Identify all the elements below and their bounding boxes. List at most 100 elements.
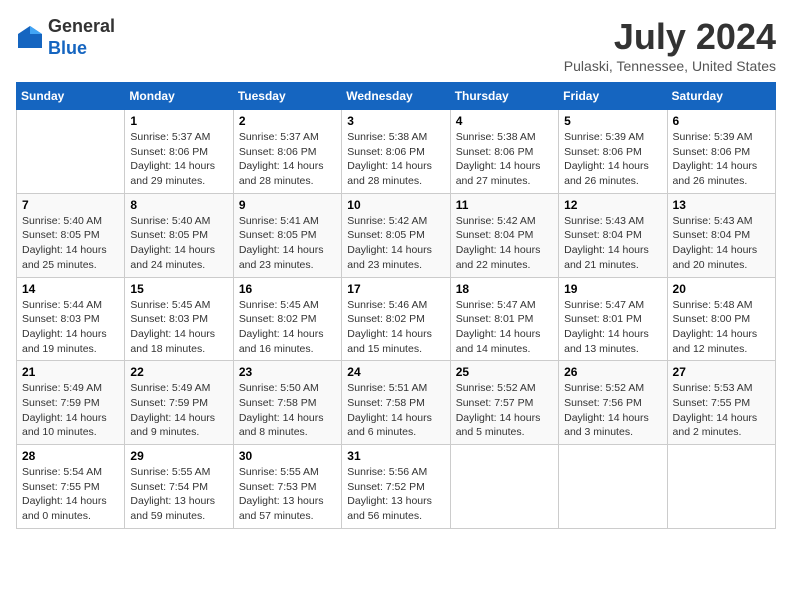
day-info: Sunrise: 5:40 AM Sunset: 8:05 PM Dayligh… <box>130 214 227 273</box>
day-number: 3 <box>347 114 444 128</box>
calendar-cell: 5 Sunrise: 5:39 AM Sunset: 8:06 PM Daylig… <box>559 110 667 194</box>
day-info: Sunrise: 5:38 AM Sunset: 8:06 PM Dayligh… <box>347 130 444 189</box>
day-number: 24 <box>347 365 444 379</box>
weekday-header: Thursday <box>450 83 558 110</box>
day-info: Sunrise: 5:44 AM Sunset: 8:03 PM Dayligh… <box>22 298 119 357</box>
day-number: 8 <box>130 198 227 212</box>
day-number: 15 <box>130 282 227 296</box>
calendar-cell: 27 Sunrise: 5:53 AM Sunset: 7:55 PM Dayli… <box>667 361 775 445</box>
weekday-header: Tuesday <box>233 83 341 110</box>
calendar-cell: 17 Sunrise: 5:46 AM Sunset: 8:02 PM Dayli… <box>342 277 450 361</box>
calendar-cell <box>450 445 558 529</box>
weekday-header: Saturday <box>667 83 775 110</box>
day-number: 30 <box>239 449 336 463</box>
calendar-cell: 12Sunrise: 5:43 AM Sunset: 8:04 PM Dayli… <box>559 193 667 277</box>
day-info: Sunrise: 5:52 AM Sunset: 7:57 PM Dayligh… <box>456 381 553 440</box>
day-info: Sunrise: 5:47 AM Sunset: 8:01 PM Dayligh… <box>456 298 553 357</box>
calendar-table: SundayMondayTuesdayWednesdayThursdayFrid… <box>16 82 776 529</box>
day-number: 25 <box>456 365 553 379</box>
calendar-cell: 21Sunrise: 5:49 AM Sunset: 7:59 PM Dayli… <box>17 361 125 445</box>
weekday-header: Monday <box>125 83 233 110</box>
month-title: July 2024 <box>564 16 776 58</box>
calendar-body: 1 Sunrise: 5:37 AM Sunset: 8:06 PM Daylig… <box>17 110 776 529</box>
weekday-header: Friday <box>559 83 667 110</box>
day-info: Sunrise: 5:43 AM Sunset: 8:04 PM Dayligh… <box>673 214 770 273</box>
day-info: Sunrise: 5:51 AM Sunset: 7:58 PM Dayligh… <box>347 381 444 440</box>
calendar-cell: 7Sunrise: 5:40 AM Sunset: 8:05 PM Daylig… <box>17 193 125 277</box>
day-info: Sunrise: 5:46 AM Sunset: 8:02 PM Dayligh… <box>347 298 444 357</box>
day-info: Sunrise: 5:42 AM Sunset: 8:05 PM Dayligh… <box>347 214 444 273</box>
calendar-cell: 8 Sunrise: 5:40 AM Sunset: 8:05 PM Daylig… <box>125 193 233 277</box>
logo-icon <box>16 24 44 52</box>
day-number: 27 <box>673 365 770 379</box>
day-number: 10 <box>347 198 444 212</box>
day-number: 26 <box>564 365 661 379</box>
day-number: 16 <box>239 282 336 296</box>
day-number: 31 <box>347 449 444 463</box>
calendar-cell: 23Sunrise: 5:50 AM Sunset: 7:58 PM Dayli… <box>233 361 341 445</box>
logo: General Blue <box>16 16 115 59</box>
calendar-week-row: 1 Sunrise: 5:37 AM Sunset: 8:06 PM Daylig… <box>17 110 776 194</box>
calendar-header: SundayMondayTuesdayWednesdayThursdayFrid… <box>17 83 776 110</box>
day-info: Sunrise: 5:45 AM Sunset: 8:03 PM Dayligh… <box>130 298 227 357</box>
day-number: 1 <box>130 114 227 128</box>
calendar-cell: 13 Sunrise: 5:43 AM Sunset: 8:04 PM Dayli… <box>667 193 775 277</box>
calendar-cell: 31 Sunrise: 5:56 AM Sunset: 7:52 PM Dayli… <box>342 445 450 529</box>
calendar-cell: 28 Sunrise: 5:54 AM Sunset: 7:55 PM Dayli… <box>17 445 125 529</box>
day-number: 13 <box>673 198 770 212</box>
logo-blue-text: Blue <box>48 38 87 58</box>
calendar-cell: 22 Sunrise: 5:49 AM Sunset: 7:59 PM Dayli… <box>125 361 233 445</box>
calendar-week-row: 14 Sunrise: 5:44 AM Sunset: 8:03 PM Dayli… <box>17 277 776 361</box>
calendar-cell: 2 Sunrise: 5:37 AM Sunset: 8:06 PM Daylig… <box>233 110 341 194</box>
day-number: 22 <box>130 365 227 379</box>
day-number: 28 <box>22 449 119 463</box>
day-info: Sunrise: 5:48 AM Sunset: 8:00 PM Dayligh… <box>673 298 770 357</box>
weekday-header: Sunday <box>17 83 125 110</box>
day-info: Sunrise: 5:55 AM Sunset: 7:53 PM Dayligh… <box>239 465 336 524</box>
day-info: Sunrise: 5:41 AM Sunset: 8:05 PM Dayligh… <box>239 214 336 273</box>
day-info: Sunrise: 5:55 AM Sunset: 7:54 PM Dayligh… <box>130 465 227 524</box>
calendar-cell: 29Sunrise: 5:55 AM Sunset: 7:54 PM Dayli… <box>125 445 233 529</box>
calendar-cell: 19 Sunrise: 5:47 AM Sunset: 8:01 PM Dayli… <box>559 277 667 361</box>
calendar-cell: 10 Sunrise: 5:42 AM Sunset: 8:05 PM Dayli… <box>342 193 450 277</box>
day-info: Sunrise: 5:39 AM Sunset: 8:06 PM Dayligh… <box>564 130 661 189</box>
calendar-cell: 1Sunrise: 5:37 AM Sunset: 8:06 PM Daylig… <box>125 110 233 194</box>
day-info: Sunrise: 5:53 AM Sunset: 7:55 PM Dayligh… <box>673 381 770 440</box>
header-row: SundayMondayTuesdayWednesdayThursdayFrid… <box>17 83 776 110</box>
day-info: Sunrise: 5:49 AM Sunset: 7:59 PM Dayligh… <box>130 381 227 440</box>
calendar-cell: 18 Sunrise: 5:47 AM Sunset: 8:01 PM Dayli… <box>450 277 558 361</box>
calendar-week-row: 7 Sunrise: 5:40 AM Sunset: 8:05 PM Daylig… <box>17 193 776 277</box>
day-info: Sunrise: 5:52 AM Sunset: 7:56 PM Dayligh… <box>564 381 661 440</box>
calendar-cell: 16 Sunrise: 5:45 AM Sunset: 8:02 PM Dayli… <box>233 277 341 361</box>
day-number: 19 <box>564 282 661 296</box>
day-info: Sunrise: 5:56 AM Sunset: 7:52 PM Dayligh… <box>347 465 444 524</box>
calendar-cell: 15 Sunrise: 5:45 AM Sunset: 8:03 PM Dayli… <box>125 277 233 361</box>
day-info: Sunrise: 5:45 AM Sunset: 8:02 PM Dayligh… <box>239 298 336 357</box>
calendar-week-row: 28 Sunrise: 5:54 AM Sunset: 7:55 PM Dayli… <box>17 445 776 529</box>
day-info: Sunrise: 5:37 AM Sunset: 8:06 PM Dayligh… <box>239 130 336 189</box>
logo-general-text: General <box>48 16 115 36</box>
calendar-cell: 24 Sunrise: 5:51 AM Sunset: 7:58 PM Dayli… <box>342 361 450 445</box>
calendar-cell: 3 Sunrise: 5:38 AM Sunset: 8:06 PM Daylig… <box>342 110 450 194</box>
day-info: Sunrise: 5:43 AM Sunset: 8:04 PM Dayligh… <box>564 214 661 273</box>
day-number: 9 <box>239 198 336 212</box>
day-info: Sunrise: 5:47 AM Sunset: 8:01 PM Dayligh… <box>564 298 661 357</box>
day-number: 18 <box>456 282 553 296</box>
calendar-cell: 4Sunrise: 5:38 AM Sunset: 8:06 PM Daylig… <box>450 110 558 194</box>
calendar-cell <box>559 445 667 529</box>
calendar-cell: 9 Sunrise: 5:41 AM Sunset: 8:05 PM Daylig… <box>233 193 341 277</box>
day-number: 21 <box>22 365 119 379</box>
calendar-cell <box>17 110 125 194</box>
day-number: 2 <box>239 114 336 128</box>
day-number: 20 <box>673 282 770 296</box>
page-header: General Blue July 2024 Pulaski, Tennesse… <box>16 16 776 74</box>
day-number: 5 <box>564 114 661 128</box>
day-number: 7 <box>22 198 119 212</box>
calendar-cell: 26 Sunrise: 5:52 AM Sunset: 7:56 PM Dayli… <box>559 361 667 445</box>
day-info: Sunrise: 5:54 AM Sunset: 7:55 PM Dayligh… <box>22 465 119 524</box>
title-block: July 2024 Pulaski, Tennessee, United Sta… <box>564 16 776 74</box>
day-number: 14 <box>22 282 119 296</box>
calendar-cell: 30 Sunrise: 5:55 AM Sunset: 7:53 PM Dayli… <box>233 445 341 529</box>
day-info: Sunrise: 5:38 AM Sunset: 8:06 PM Dayligh… <box>456 130 553 189</box>
day-number: 17 <box>347 282 444 296</box>
